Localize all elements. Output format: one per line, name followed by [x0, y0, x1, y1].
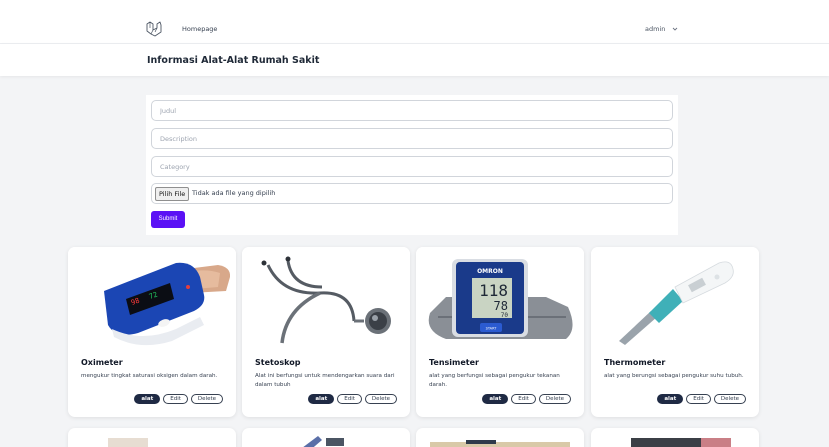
item-card-partial	[416, 428, 584, 447]
delete-button[interactable]: Delete	[364, 394, 397, 404]
edit-button[interactable]: Edit	[163, 394, 188, 404]
card-actions: alat Edit Delete	[134, 394, 223, 404]
add-item-form: Pilih File Tidak ada file yang dipilih S…	[146, 95, 678, 235]
edit-button[interactable]: Edit	[337, 394, 362, 404]
page-header	[0, 44, 829, 76]
card-image-partial	[631, 438, 731, 447]
item-card-partial	[591, 428, 759, 447]
card-title: Thermometer	[604, 358, 666, 367]
choose-file-button[interactable]: Pilih File	[155, 187, 190, 201]
user-menu[interactable]: admin	[645, 25, 678, 33]
edit-button[interactable]: Edit	[686, 394, 711, 404]
chevron-down-icon	[673, 27, 678, 31]
edit-button[interactable]: Edit	[511, 394, 536, 404]
item-card: 98 72 Oximeter mengukur tingkat saturasi…	[68, 247, 236, 417]
stethoscope-image	[242, 247, 410, 347]
category-badge: alat	[657, 394, 684, 404]
user-name: admin	[645, 25, 666, 33]
card-title: Oximeter	[81, 358, 123, 367]
category-input[interactable]	[151, 156, 673, 177]
card-description: alat yang berungsi sebagai pengukur suhu…	[604, 373, 744, 379]
blood-pressure-monitor-image: OMRON 118 78 70 START	[416, 247, 584, 347]
title-input[interactable]	[151, 100, 673, 121]
description-input[interactable]	[151, 128, 673, 149]
card-actions: alat Edit Delete	[657, 394, 746, 404]
pulse-reading: 70	[501, 312, 509, 319]
card-description: alat yang berfungsi sebagai pengukur tek…	[429, 373, 560, 388]
item-card-partial	[242, 428, 410, 447]
card-description: mengukur tingkat saturasi oksigen dalam …	[81, 373, 218, 379]
delete-button[interactable]: Delete	[538, 394, 571, 404]
nav-link-homepage[interactable]: Homepage	[182, 25, 217, 33]
item-card: Stetoskop Alat ini berfungsi untuk mende…	[242, 247, 410, 417]
card-image-partial	[430, 440, 570, 447]
page-title: Informasi Alat-Alat Rumah Sakit	[147, 55, 320, 66]
file-status: Tidak ada file yang dipilih	[192, 189, 276, 197]
file-input[interactable]: Pilih File Tidak ada file yang dipilih	[151, 183, 673, 204]
top-navbar: Homepage admin	[0, 0, 829, 44]
thermometer-image	[591, 247, 759, 347]
logo-icon[interactable]	[146, 20, 162, 38]
category-badge: alat	[308, 394, 335, 404]
oximeter-image: 98 72	[68, 247, 236, 347]
monitor-brand: OMRON	[477, 268, 503, 275]
diastolic-reading: 78	[494, 299, 508, 313]
item-card-partial	[68, 428, 236, 447]
category-badge: alat	[482, 394, 509, 404]
card-actions: alat Edit Delete	[482, 394, 571, 404]
item-card: Thermometer alat yang berungsi sebagai p…	[591, 247, 759, 417]
card-image-partial	[303, 436, 344, 447]
delete-button[interactable]: Delete	[713, 394, 746, 404]
item-card: OMRON 118 78 70 START Tensimeter alat ya…	[416, 247, 584, 417]
card-title: Stetoskop	[255, 358, 301, 367]
submit-button[interactable]: Submit	[151, 211, 185, 228]
card-description: Alat ini berfungsi untuk mendengarkan su…	[255, 373, 395, 388]
card-title: Tensimeter	[429, 358, 479, 367]
delete-button[interactable]: Delete	[190, 394, 223, 404]
start-button-label: START	[486, 327, 498, 331]
card-image-partial	[108, 438, 148, 447]
category-badge: alat	[134, 394, 161, 404]
systolic-reading: 118	[479, 281, 508, 300]
card-actions: alat Edit Delete	[308, 394, 397, 404]
